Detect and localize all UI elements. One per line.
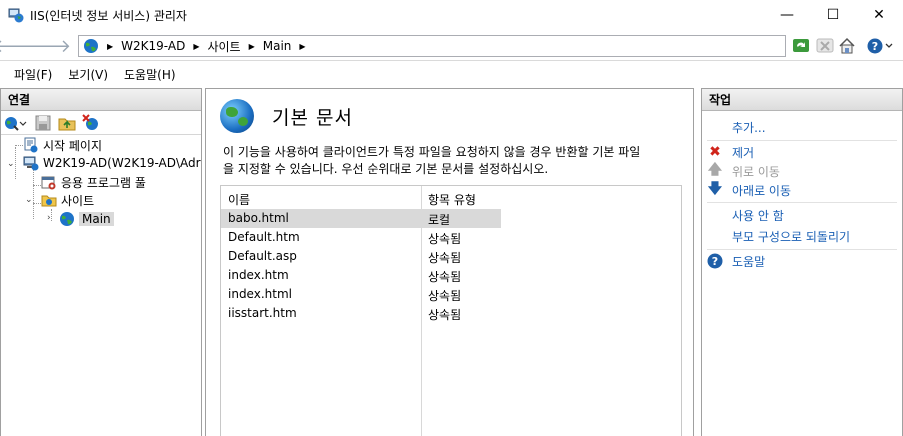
tree-item-start-page[interactable]: 시작 페이지 xyxy=(23,136,102,154)
arrow-down-icon: 🡇 xyxy=(707,181,723,197)
arrow-up-icon: 🡅 xyxy=(707,162,723,178)
title-bar: IIS(인터넷 정보 서비스) 관리자 — ☐ ✕ xyxy=(0,0,903,30)
row-name: Default.htm xyxy=(228,230,300,244)
breadcrumb-server[interactable]: W2K19-AD xyxy=(121,39,185,53)
home-icon[interactable] xyxy=(838,37,856,55)
feature-header: 기본 문서 xyxy=(220,99,353,133)
breadcrumb-sites[interactable]: 사이트 xyxy=(207,38,240,55)
tree-label: Main xyxy=(79,212,114,226)
page-title: 기본 문서 xyxy=(272,106,353,129)
action-help[interactable]: ? 도움말 xyxy=(707,252,765,270)
globe-icon xyxy=(59,211,75,227)
tree-label: 응용 프로그램 풀 xyxy=(61,175,146,190)
row-type: 상속됨 xyxy=(428,251,462,265)
minimize-button[interactable]: — xyxy=(764,0,810,30)
help-dropdown-icon[interactable]: ? xyxy=(866,37,893,55)
table-row[interactable]: iisstart.htm 상속됨 xyxy=(221,304,501,323)
action-separator xyxy=(707,249,897,250)
menu-help[interactable]: 도움말(H) xyxy=(124,66,176,83)
tree-label: W2K19-AD(W2K19-AD\Adr xyxy=(43,156,201,170)
row-type: 로컬 xyxy=(428,213,451,227)
globe-icon xyxy=(83,38,99,54)
action-separator xyxy=(707,140,897,141)
row-name: babo.html xyxy=(228,211,289,225)
column-header-name[interactable]: 이름 xyxy=(228,191,250,208)
row-type: 상속됨 xyxy=(428,270,462,284)
collapse-chevron-icon[interactable]: ⌄ xyxy=(25,195,33,205)
default-document-list[interactable]: 이름 항목 유형 babo.html 로컬 Default.htm 상속됨 De… xyxy=(220,185,682,436)
refresh-icon[interactable] xyxy=(792,37,810,55)
remove-icon: ✖ xyxy=(709,144,721,160)
default-document-icon xyxy=(220,99,254,133)
iis-app-icon xyxy=(8,7,24,23)
connect-dropdown-icon[interactable] xyxy=(4,114,27,132)
row-type: 상속됨 xyxy=(428,308,462,322)
breadcrumb-separator-icon: ▶ xyxy=(193,41,200,51)
table-row[interactable]: Default.asp 상속됨 xyxy=(221,247,501,266)
row-name: index.htm xyxy=(228,268,289,282)
tree-label: 사이트 xyxy=(61,193,95,208)
row-name: iisstart.htm xyxy=(228,306,297,320)
tree-item-main-site[interactable]: Main xyxy=(59,210,114,228)
forward-button[interactable]: 🡒 xyxy=(23,35,71,57)
tree-item-app-pools[interactable]: 응용 프로그램 풀 xyxy=(41,173,146,191)
description-line: 을 지정할 수 있습니다. 우선 순위대로 기본 문서를 설정하십시오. xyxy=(223,162,549,176)
action-label: 제거 xyxy=(732,145,755,160)
breadcrumb-separator-icon: ▶ xyxy=(248,41,255,51)
action-revert[interactable]: 부모 구성으로 되돌리기 xyxy=(732,227,850,245)
tree-item-sites[interactable]: 사이트 xyxy=(41,191,94,209)
tree-item-server[interactable]: W2K19-AD(W2K19-AD\Adr xyxy=(23,154,201,172)
connections-toolbar xyxy=(1,111,201,135)
collapse-chevron-icon[interactable]: ⌄ xyxy=(7,159,15,169)
feature-description: 이 기능을 사용하여 클라이언트가 특정 파일을 요청하지 않을 경우 반환할 … xyxy=(223,144,693,178)
save-icon[interactable] xyxy=(34,114,52,132)
table-row[interactable]: index.html 상속됨 xyxy=(221,285,501,304)
column-header-type[interactable]: 항목 유형 xyxy=(428,191,476,208)
help-icon: ? xyxy=(707,253,723,269)
close-button[interactable]: ✕ xyxy=(856,0,902,30)
action-label: 도움말 xyxy=(732,254,766,269)
action-label: 아래로 이동 xyxy=(732,183,792,198)
svg-text:?: ? xyxy=(872,40,878,53)
svg-text:?: ? xyxy=(712,255,718,268)
row-type: 상속됨 xyxy=(428,232,462,246)
connections-pane: 연결 시작 페이지 ⌄ W2K19-AD(W2K19-AD\Adr 응용 프로그… xyxy=(0,88,202,436)
start-page-icon xyxy=(23,137,39,153)
description-line: 이 기능을 사용하여 클라이언트가 특정 파일을 요청하지 않을 경우 반환할 … xyxy=(223,145,641,159)
action-add[interactable]: 추가... xyxy=(732,118,766,136)
action-label: 위로 이동 xyxy=(732,164,780,179)
menu-view[interactable]: 보기(V) xyxy=(68,66,108,83)
row-name: index.html xyxy=(228,287,292,301)
up-folder-icon[interactable] xyxy=(58,114,76,132)
breadcrumb-main[interactable]: Main xyxy=(263,39,292,53)
actions-pane: 작업 추가... ✖ 제거 🡅 위로 이동 🡇 아래로 이동 사용 안 함 부모… xyxy=(701,88,903,436)
window-title: IIS(인터넷 정보 서비스) 관리자 xyxy=(30,8,187,23)
breadcrumb-separator-icon: ▶ xyxy=(107,41,114,51)
stop-icon[interactable] xyxy=(816,37,834,55)
table-row[interactable]: index.htm 상속됨 xyxy=(221,266,501,285)
server-icon xyxy=(23,155,39,171)
disconnect-icon[interactable] xyxy=(82,113,100,132)
table-row[interactable]: Default.htm 상속됨 xyxy=(221,228,501,247)
action-move-down[interactable]: 🡇 아래로 이동 xyxy=(707,181,791,199)
breadcrumb[interactable]: ▶ W2K19-AD ▶ 사이트 ▶ Main ▶ xyxy=(78,35,786,57)
action-separator xyxy=(707,202,897,203)
expand-chevron-icon[interactable]: › xyxy=(47,213,51,223)
menu-bar: 파일(F) 보기(V) 도움말(H) xyxy=(0,61,903,87)
sites-folder-icon xyxy=(41,192,57,208)
menu-file[interactable]: 파일(F) xyxy=(14,66,52,83)
address-bar: 🡐 🡒 ▶ W2K19-AD ▶ 사이트 ▶ Main ▶ ? xyxy=(0,30,903,61)
feature-pane: 기본 문서 이 기능을 사용하여 클라이언트가 특정 파일을 요청하지 않을 경… xyxy=(205,88,694,436)
breadcrumb-separator-icon: ▶ xyxy=(299,41,306,51)
row-type: 상속됨 xyxy=(428,289,462,303)
table-row[interactable]: babo.html 로컬 xyxy=(221,209,501,228)
tree-label: 시작 페이지 xyxy=(43,138,103,153)
maximize-button[interactable]: ☐ xyxy=(810,0,856,30)
actions-header: 작업 xyxy=(702,89,902,111)
app-pool-icon xyxy=(41,174,57,190)
row-name: Default.asp xyxy=(228,249,297,263)
connections-header: 연결 xyxy=(1,89,201,111)
action-disable[interactable]: 사용 안 함 xyxy=(732,206,784,224)
